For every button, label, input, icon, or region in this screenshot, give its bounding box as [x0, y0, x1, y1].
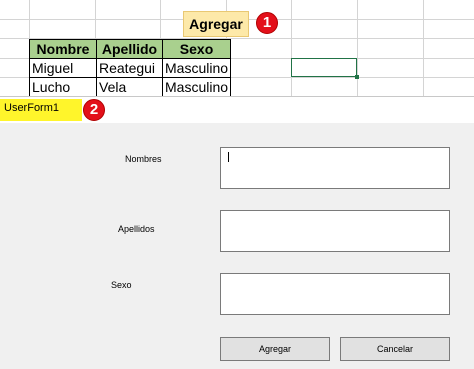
userform-titlebar: UserForm1 2	[0, 97, 474, 123]
text-caret	[228, 152, 229, 162]
nombres-input[interactable]	[220, 147, 450, 189]
active-cell-selection[interactable]	[291, 58, 359, 79]
data-table: Nombre Apellido Sexo Miguel Reategui Mas…	[29, 39, 232, 97]
agregar-button[interactable]: Agregar	[220, 337, 330, 361]
header-cell-nombre[interactable]: Nombre	[29, 39, 97, 59]
cancelar-button[interactable]: Cancelar	[340, 337, 450, 361]
userform-title: UserForm1	[4, 102, 60, 114]
excel-sheet: Nombre Apellido Sexo Miguel Reategui Mas…	[0, 0, 474, 98]
header-cell-sexo[interactable]: Sexo	[161, 39, 232, 59]
table-cell[interactable]: Masculino	[161, 77, 232, 97]
apellidos-input[interactable]	[220, 210, 450, 252]
label-nombres: Nombres	[125, 154, 162, 164]
table-cell[interactable]: Vela	[96, 77, 163, 97]
table-cell[interactable]: Lucho	[29, 77, 97, 97]
table-row: Lucho Vela Masculino	[29, 77, 232, 97]
table-cell[interactable]: Miguel	[29, 58, 97, 78]
sexo-input[interactable]	[220, 273, 450, 315]
grid-line	[291, 0, 292, 98]
table-cell[interactable]: Reategui	[96, 58, 163, 78]
grid-line	[357, 0, 358, 98]
header-cell-apellido[interactable]: Apellido	[96, 39, 163, 59]
grid-line	[423, 0, 424, 98]
sheet-agregar-button[interactable]: Agregar	[178, 9, 254, 39]
table-row: Miguel Reategui Masculino	[29, 58, 232, 78]
step-badge-two: 2	[83, 99, 105, 121]
table-header-row: Nombre Apellido Sexo	[29, 39, 232, 59]
label-apellidos: Apellidos	[118, 224, 155, 234]
step-badge-one: 1	[256, 12, 278, 34]
userform-window: UserForm1 2 Nombres Apellidos Sexo Agreg…	[0, 96, 474, 369]
label-sexo: Sexo	[111, 280, 132, 290]
table-cell[interactable]: Masculino	[161, 58, 232, 78]
